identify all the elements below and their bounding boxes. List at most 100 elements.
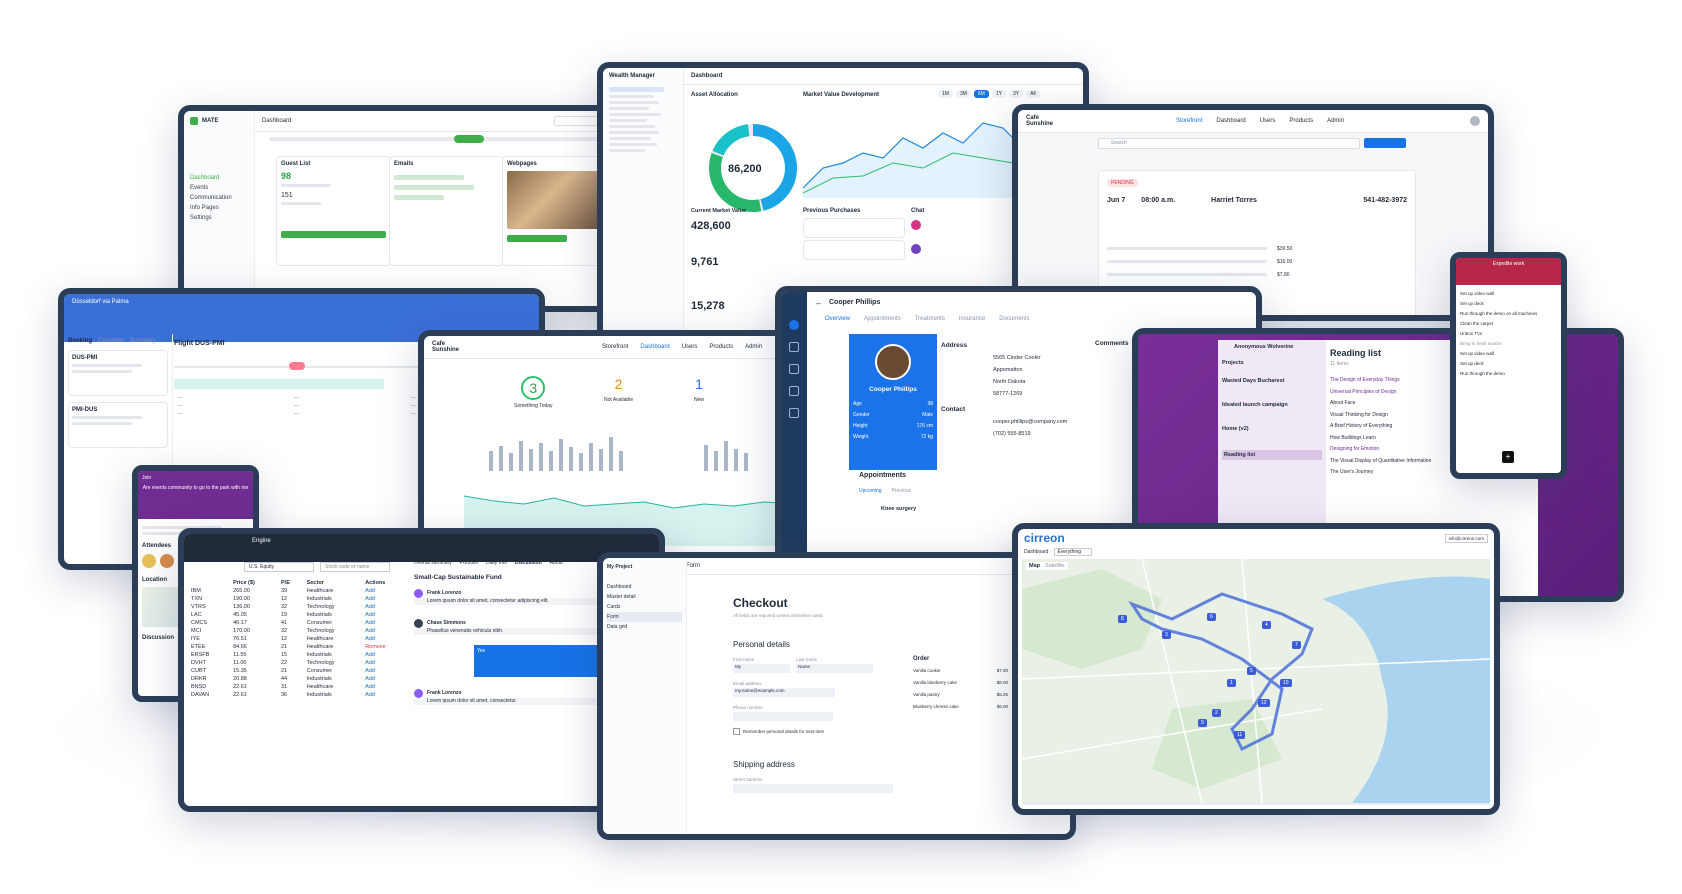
flight-option[interactable]: PMI-DUS	[68, 402, 168, 448]
checkout-nav-item[interactable]: Dashboard	[607, 582, 682, 592]
trading-tab[interactable]: Discussion	[515, 560, 542, 566]
todo-item[interactable]: Set up video wall	[1460, 349, 1557, 359]
table-row[interactable]: MCI 170.00 32 Technology Add	[188, 627, 408, 635]
table-cell[interactable]: Add	[362, 691, 408, 699]
book-item[interactable]: The User's Journey	[1330, 467, 1431, 479]
table-cell[interactable]: Add	[362, 635, 408, 643]
book-item[interactable]: Universal Principles of Design	[1330, 387, 1431, 399]
patient-tab-treatments[interactable]: Treatments	[915, 316, 945, 322]
table-row[interactable]: VTRS 136.00 32 Technology Add	[188, 603, 408, 611]
table-cell[interactable]: Add	[362, 667, 408, 675]
table-cell[interactable]: Add	[362, 627, 408, 635]
map-marker[interactable]: 11	[1234, 731, 1246, 739]
trading-filter-select[interactable]: U.S. Equity	[244, 562, 314, 572]
cafe-dash-tab-admin[interactable]: Admin	[745, 344, 762, 350]
cafe-tab-products[interactable]: Products	[1289, 118, 1313, 124]
table-row[interactable]: TXN 190.00 12 Industrials Add	[188, 595, 408, 603]
cafe-dash-tab-storefront[interactable]: Storefront	[602, 344, 628, 350]
cafe-new-order-button[interactable]	[1364, 138, 1406, 148]
table-cell[interactable]: Add	[362, 675, 408, 683]
project-item[interactable]: Wasted Days Bucharest	[1222, 378, 1322, 384]
booking-tab-customer[interactable]: Customer	[98, 338, 124, 344]
range-1m[interactable]: 1M	[938, 90, 953, 98]
range-6m[interactable]: 6M	[973, 90, 989, 98]
table-row[interactable]: BNSD 22.61 31 Healthcare Add	[188, 683, 408, 691]
todo-item[interactable]: Unbox TVs	[1460, 329, 1557, 339]
map-marker[interactable]: 2	[1212, 709, 1221, 717]
mate-nav-settings[interactable]: Settings	[184, 213, 254, 223]
map-canvas[interactable]: Map Satellite 8 3 6 4 7 5 1 2 9 11 12 10	[1022, 559, 1490, 805]
table-cell[interactable]: Remove	[362, 643, 408, 651]
todo-item[interactable]: Set up video wall	[1460, 289, 1557, 299]
cafe-tab-admin[interactable]: Admin	[1327, 118, 1344, 124]
table-row[interactable]: LAC 45.05 19 Industrials Add	[188, 611, 408, 619]
map-marker[interactable]: 4	[1262, 621, 1271, 629]
map-mode-satellite[interactable]: Satellite	[1045, 563, 1065, 569]
cirreon-user-menu[interactable]: info@cirreon.com	[1444, 533, 1488, 543]
cafe-dash-tab-users[interactable]: Users	[682, 344, 698, 350]
map-marker[interactable]: 10	[1280, 679, 1292, 687]
map-marker[interactable]: 7	[1292, 641, 1301, 649]
book-item[interactable]: About Face	[1330, 398, 1431, 410]
range-1y[interactable]: 1Y	[991, 90, 1006, 98]
cafe-tab-storefront[interactable]: Storefront	[1176, 118, 1202, 124]
project-item[interactable]: Reading list	[1222, 450, 1322, 460]
table-cell[interactable]: Add	[362, 587, 408, 595]
range-3m[interactable]: 3M	[955, 90, 971, 98]
project-item[interactable]: Ideated launch campaign	[1222, 402, 1322, 408]
last-name-input[interactable]: Name	[796, 664, 873, 673]
todo-item[interactable]: Bring in fresh snacks	[1460, 339, 1557, 349]
table-row[interactable]: DVHT 11.00 22 Technology Add	[188, 659, 408, 667]
todo-item[interactable]: Set up deck	[1460, 299, 1557, 309]
cafe-tab-users[interactable]: Users	[1260, 118, 1276, 124]
remember-checkbox[interactable]	[733, 728, 740, 735]
flight-option[interactable]: DUS-PMI	[68, 350, 168, 396]
cafe-search-input[interactable]: Search	[1098, 138, 1360, 149]
table-row[interactable]: ERSFB 11.55 15 Industrials Add	[188, 651, 408, 659]
todo-item[interactable]: Run through the demo on all machines	[1460, 309, 1557, 319]
book-item[interactable]: A Brief History of Everything	[1330, 421, 1431, 433]
checkout-nav-item[interactable]: Cards	[607, 602, 682, 612]
todo-item[interactable]: Set up deck	[1460, 359, 1557, 369]
map-marker[interactable]: 3	[1162, 631, 1171, 639]
col-header[interactable]: P/E	[278, 579, 304, 587]
cafe-dash-tab-dashboard[interactable]: Dashboard	[640, 344, 669, 350]
table-row[interactable]: DRKR 20.88 44 Industrials Add	[188, 675, 408, 683]
col-header[interactable]	[188, 579, 230, 587]
table-row[interactable]: DAVAN 22.61 36 Industrials Add	[188, 691, 408, 699]
mate-add-guest-button[interactable]	[281, 231, 386, 238]
map-filter-select[interactable]: Everything	[1054, 548, 1093, 556]
mate-nav-events[interactable]: Events	[184, 183, 254, 193]
cafe-user-avatar[interactable]	[1470, 116, 1480, 126]
table-row[interactable]: IBM 265.00 39 Healthcare Add	[188, 587, 408, 595]
event-back-button[interactable]: Join	[142, 475, 249, 481]
table-cell[interactable]: Add	[362, 595, 408, 603]
mate-nav-info-pages[interactable]: Info Pages	[184, 203, 254, 213]
project-item[interactable]: Home (v2)	[1222, 426, 1322, 432]
map-marker[interactable]: 9	[1198, 719, 1207, 727]
phone-input[interactable]	[733, 712, 833, 721]
appt-tab-previous[interactable]: Previous	[892, 488, 911, 494]
booking-tab-booking[interactable]: Booking	[68, 338, 92, 344]
range-3y[interactable]: 3Y	[1008, 90, 1024, 98]
checkout-nav-item[interactable]: Form	[607, 612, 682, 622]
patient-tab-insurance[interactable]: Insurance	[959, 316, 985, 322]
selected-flight-row[interactable]	[174, 379, 384, 389]
table-row[interactable]: IYE 76.51 12 Healthcare Add	[188, 635, 408, 643]
trading-tab[interactable]: Overall summary	[414, 560, 452, 566]
patient-tab-appointments[interactable]: Appointments	[864, 316, 901, 322]
book-item[interactable]: How Buildings Learn	[1330, 433, 1431, 445]
patient-tab-documents[interactable]: Documents	[999, 316, 1029, 322]
book-item[interactable]: Designing for Emotion	[1330, 444, 1431, 456]
map-marker[interactable]: 1	[1227, 679, 1236, 687]
patient-tab-overview[interactable]: Overview	[825, 316, 850, 322]
table-row[interactable]: ETEE 84.66 21 Healthcare Remove	[188, 643, 408, 651]
mate-nav-dashboard[interactable]: Dashboard	[184, 173, 254, 183]
checkout-nav-item[interactable]: Data grid	[607, 622, 682, 632]
table-cell[interactable]: Add	[362, 603, 408, 611]
map-marker[interactable]: 5	[1247, 667, 1256, 675]
mate-nav-communication[interactable]: Communication	[184, 193, 254, 203]
map-mode-map[interactable]: Map	[1029, 563, 1040, 569]
book-item[interactable]: The Visual Display of Quantitative Infor…	[1330, 456, 1431, 468]
trading-tab[interactable]: Portfolio	[460, 560, 478, 566]
